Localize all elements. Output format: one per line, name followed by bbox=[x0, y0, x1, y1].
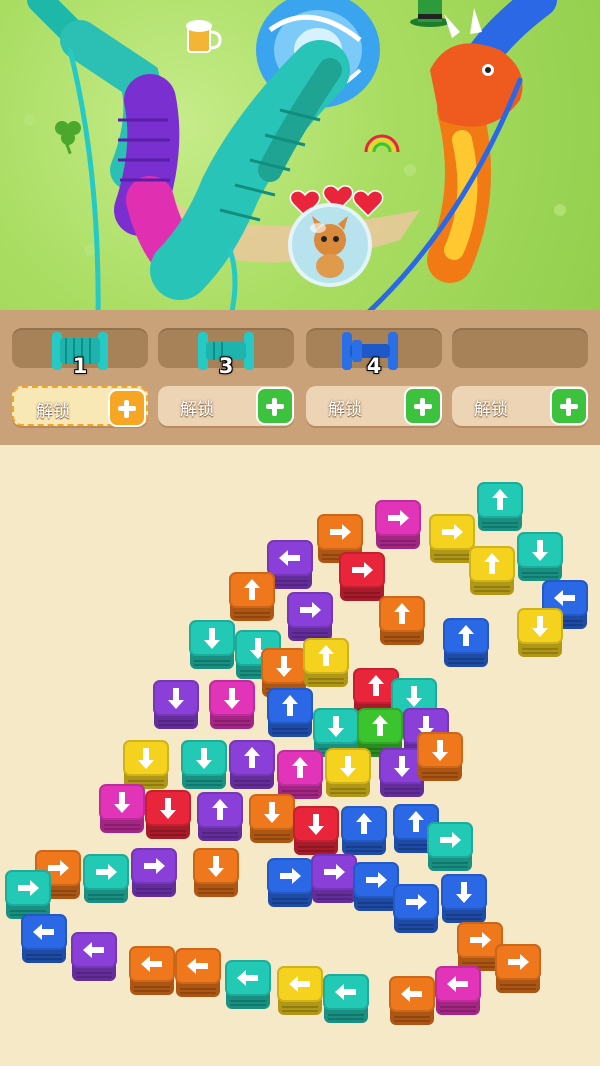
yarn-block-purple-up[interactable] bbox=[197, 792, 243, 841]
yarn-block-orange-up[interactable] bbox=[379, 596, 425, 645]
thread-cyan-1 bbox=[67, 47, 101, 310]
yarn-block-magenta-left[interactable] bbox=[435, 966, 481, 1015]
knit-dragon-body-right bbox=[427, 0, 557, 283]
unlock-button-3[interactable]: 解锁 bbox=[306, 386, 442, 426]
slot-count-3: 4 bbox=[366, 354, 382, 378]
spool-shelf: 1 3 4 解锁 解锁 解锁 解锁 bbox=[0, 310, 600, 445]
yarn-block-cyan-right[interactable] bbox=[5, 870, 51, 919]
plus-icon bbox=[108, 389, 146, 427]
yarn-block-orange-down[interactable] bbox=[193, 848, 239, 897]
thread-cyan-2 bbox=[227, 247, 238, 310]
yarn-block-red-down[interactable] bbox=[293, 806, 339, 855]
yarn-block-yellow-right[interactable] bbox=[429, 514, 475, 563]
yarn-block-yellow-left[interactable] bbox=[277, 966, 323, 1015]
yarn-block-magenta-right[interactable] bbox=[375, 500, 421, 549]
yarn-block-blue-down[interactable] bbox=[441, 874, 487, 923]
yarn-block-purple-right[interactable] bbox=[287, 592, 333, 641]
game-scene bbox=[0, 0, 600, 310]
yarn-block-yellow-down[interactable] bbox=[325, 748, 371, 797]
slot-count-1: 1 bbox=[72, 354, 88, 378]
scene-artwork bbox=[24, 0, 566, 310]
leprechaun-hat-icon bbox=[410, 0, 450, 27]
beer-mug-icon bbox=[186, 20, 222, 53]
yarn-block-orange-left[interactable] bbox=[129, 946, 175, 995]
yarn-block-cyan-right[interactable] bbox=[427, 822, 473, 871]
yarn-block-blue-up[interactable] bbox=[267, 688, 313, 737]
yarn-block-cyan-down[interactable] bbox=[189, 620, 235, 669]
yarn-block-orange-left[interactable] bbox=[175, 948, 221, 997]
yarn-block-red-right[interactable] bbox=[339, 552, 385, 601]
unlock-button-2[interactable]: 解锁 bbox=[158, 386, 294, 426]
yarn-block-yellow-down[interactable] bbox=[517, 608, 563, 657]
yarn-block-blue-right[interactable] bbox=[353, 862, 399, 911]
unlock-button-1[interactable]: 解锁 bbox=[12, 386, 148, 427]
yarn-block-magenta-down[interactable] bbox=[209, 680, 255, 729]
kitten-in-bubble[interactable] bbox=[288, 203, 372, 287]
unlock-label: 解锁 bbox=[474, 400, 508, 420]
yarn-block-orange-left[interactable] bbox=[389, 976, 435, 1025]
yarn-block-cyan-down[interactable] bbox=[517, 532, 563, 581]
yarn-block-board bbox=[0, 445, 600, 1066]
yarn-block-purple-up[interactable] bbox=[229, 740, 275, 789]
yarn-block-blue-right[interactable] bbox=[393, 884, 439, 933]
yarn-block-magenta-up[interactable] bbox=[277, 750, 323, 799]
yarn-block-cyan-left[interactable] bbox=[323, 974, 369, 1023]
heart-icon bbox=[352, 190, 384, 218]
yarn-block-cyan-up[interactable] bbox=[477, 482, 523, 531]
yarn-block-orange-down[interactable] bbox=[417, 732, 463, 781]
yarn-block-yellow-up[interactable] bbox=[469, 546, 515, 595]
plus-icon bbox=[550, 387, 588, 425]
yarn-block-orange-right[interactable] bbox=[495, 944, 541, 993]
plus-icon bbox=[404, 387, 442, 425]
yarn-block-purple-right[interactable] bbox=[131, 848, 177, 897]
yarn-block-purple-right[interactable] bbox=[311, 854, 357, 903]
spool-slot-4-empty[interactable] bbox=[452, 328, 588, 368]
yarn-block-red-down[interactable] bbox=[145, 790, 191, 839]
shamrock-icon bbox=[55, 121, 81, 155]
plus-icon bbox=[256, 387, 294, 425]
unlock-label: 解锁 bbox=[36, 402, 70, 422]
rainbow-icon bbox=[364, 134, 400, 153]
yarn-block-cyan-down[interactable] bbox=[181, 740, 227, 789]
yarn-block-magenta-down[interactable] bbox=[99, 784, 145, 833]
yarn-block-purple-down[interactable] bbox=[153, 680, 199, 729]
yarn-block-blue-up[interactable] bbox=[443, 618, 489, 667]
yarn-block-orange-down[interactable] bbox=[249, 794, 295, 843]
slot-count-2: 3 bbox=[218, 354, 234, 378]
unlock-label: 解锁 bbox=[180, 400, 214, 420]
yarn-block-yellow-down[interactable] bbox=[123, 740, 169, 789]
block-grid bbox=[5, 482, 588, 1025]
yarn-block-cyan-right[interactable] bbox=[83, 854, 129, 903]
unlock-button-4[interactable]: 解锁 bbox=[452, 386, 588, 426]
yarn-block-cyan-left[interactable] bbox=[225, 960, 271, 1009]
yarn-block-blue-right[interactable] bbox=[267, 858, 313, 907]
yarn-block-yellow-up[interactable] bbox=[303, 638, 349, 687]
yarn-block-purple-left[interactable] bbox=[71, 932, 117, 981]
yarn-block-blue-left[interactable] bbox=[21, 914, 67, 963]
yarn-block-orange-up[interactable] bbox=[229, 572, 275, 621]
unlock-label: 解锁 bbox=[328, 400, 362, 420]
yarn-block-blue-up[interactable] bbox=[341, 806, 387, 855]
